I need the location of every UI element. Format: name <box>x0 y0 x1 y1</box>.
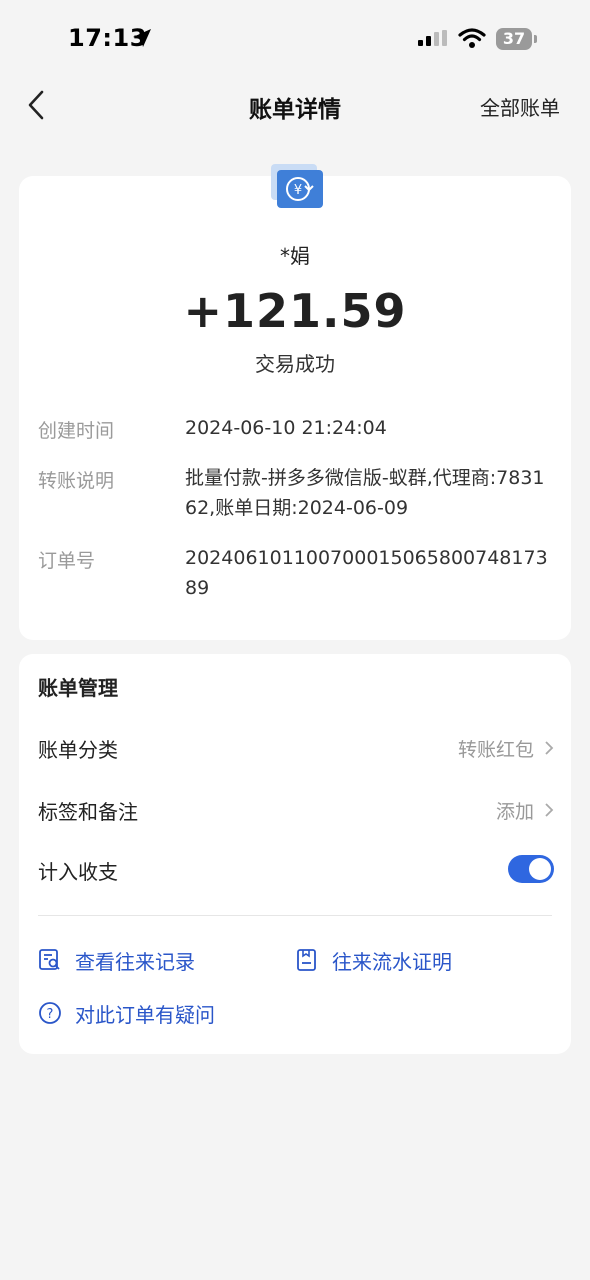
status-bar: 17:13 37 <box>0 0 590 80</box>
transaction-card: ¥ *娟 +121.59 交易成功 创建时间 2024-06-10 21:24:… <box>19 164 571 640</box>
bill-category-value: 转账红包 <box>457 739 534 761</box>
navigation-bar: 账单详情 全部账单 <box>0 80 590 130</box>
tags-notes-label: 标签和备注 <box>38 800 138 824</box>
transfer-money-icon: ¥ <box>271 164 323 208</box>
include-in-budget-toggle[interactable] <box>508 855 554 883</box>
location-arrow-icon <box>133 29 151 47</box>
toggle-knob <box>529 858 551 880</box>
detail-value: 20240610110070001506580074817389 <box>185 547 548 599</box>
include-in-budget-label: 计入收支 <box>38 860 118 884</box>
chevron-right-icon <box>545 741 554 755</box>
document-icon <box>297 949 316 971</box>
search-document-icon <box>39 949 60 970</box>
transaction-amount: +121.59 <box>183 284 407 338</box>
include-in-budget-row: 计入收支 <box>38 850 554 890</box>
detail-label: 订单号 <box>38 550 96 572</box>
bill-category-row[interactable]: 账单分类 转账红包 <box>38 728 554 768</box>
view-records-label: 查看往来记录 <box>75 950 195 974</box>
order-question-label: 对此订单有疑问 <box>75 1003 215 1027</box>
bill-category-label: 账单分类 <box>38 738 118 762</box>
transaction-status: 交易成功 <box>255 352 335 376</box>
detail-label: 创建时间 <box>38 420 115 442</box>
tags-notes-row[interactable]: 标签和备注 添加 <box>38 790 554 830</box>
detail-value: 2024-06-10 21:24:04 <box>185 417 387 439</box>
wifi-icon <box>458 28 486 48</box>
svg-text:¥: ¥ <box>294 183 302 198</box>
tags-notes-value: 添加 <box>495 801 534 823</box>
svg-text:?: ? <box>47 1007 54 1022</box>
cellular-signal-icon <box>418 30 447 46</box>
detail-value: 批量付款-拼多多微信版-蚁群,代理商:783162,账单日期:2024-06-0… <box>185 467 545 519</box>
transaction-proof-label: 往来流水证明 <box>332 950 452 974</box>
bill-management-card: 账单管理 账单分类 转账红包 标签和备注 添加 计入收支 查看往来记录 往来流水… <box>19 654 571 1054</box>
payer-name: *娟 <box>280 244 310 268</box>
battery-tip <box>534 35 537 43</box>
detail-label: 转账说明 <box>38 470 115 492</box>
battery-indicator: 37 <box>496 28 532 50</box>
question-circle-icon: ? <box>39 1002 61 1024</box>
divider <box>38 915 552 916</box>
chevron-right-icon <box>545 803 554 817</box>
section-title: 账单管理 <box>38 676 118 700</box>
all-bills-link[interactable]: 全部账单 <box>480 92 560 121</box>
